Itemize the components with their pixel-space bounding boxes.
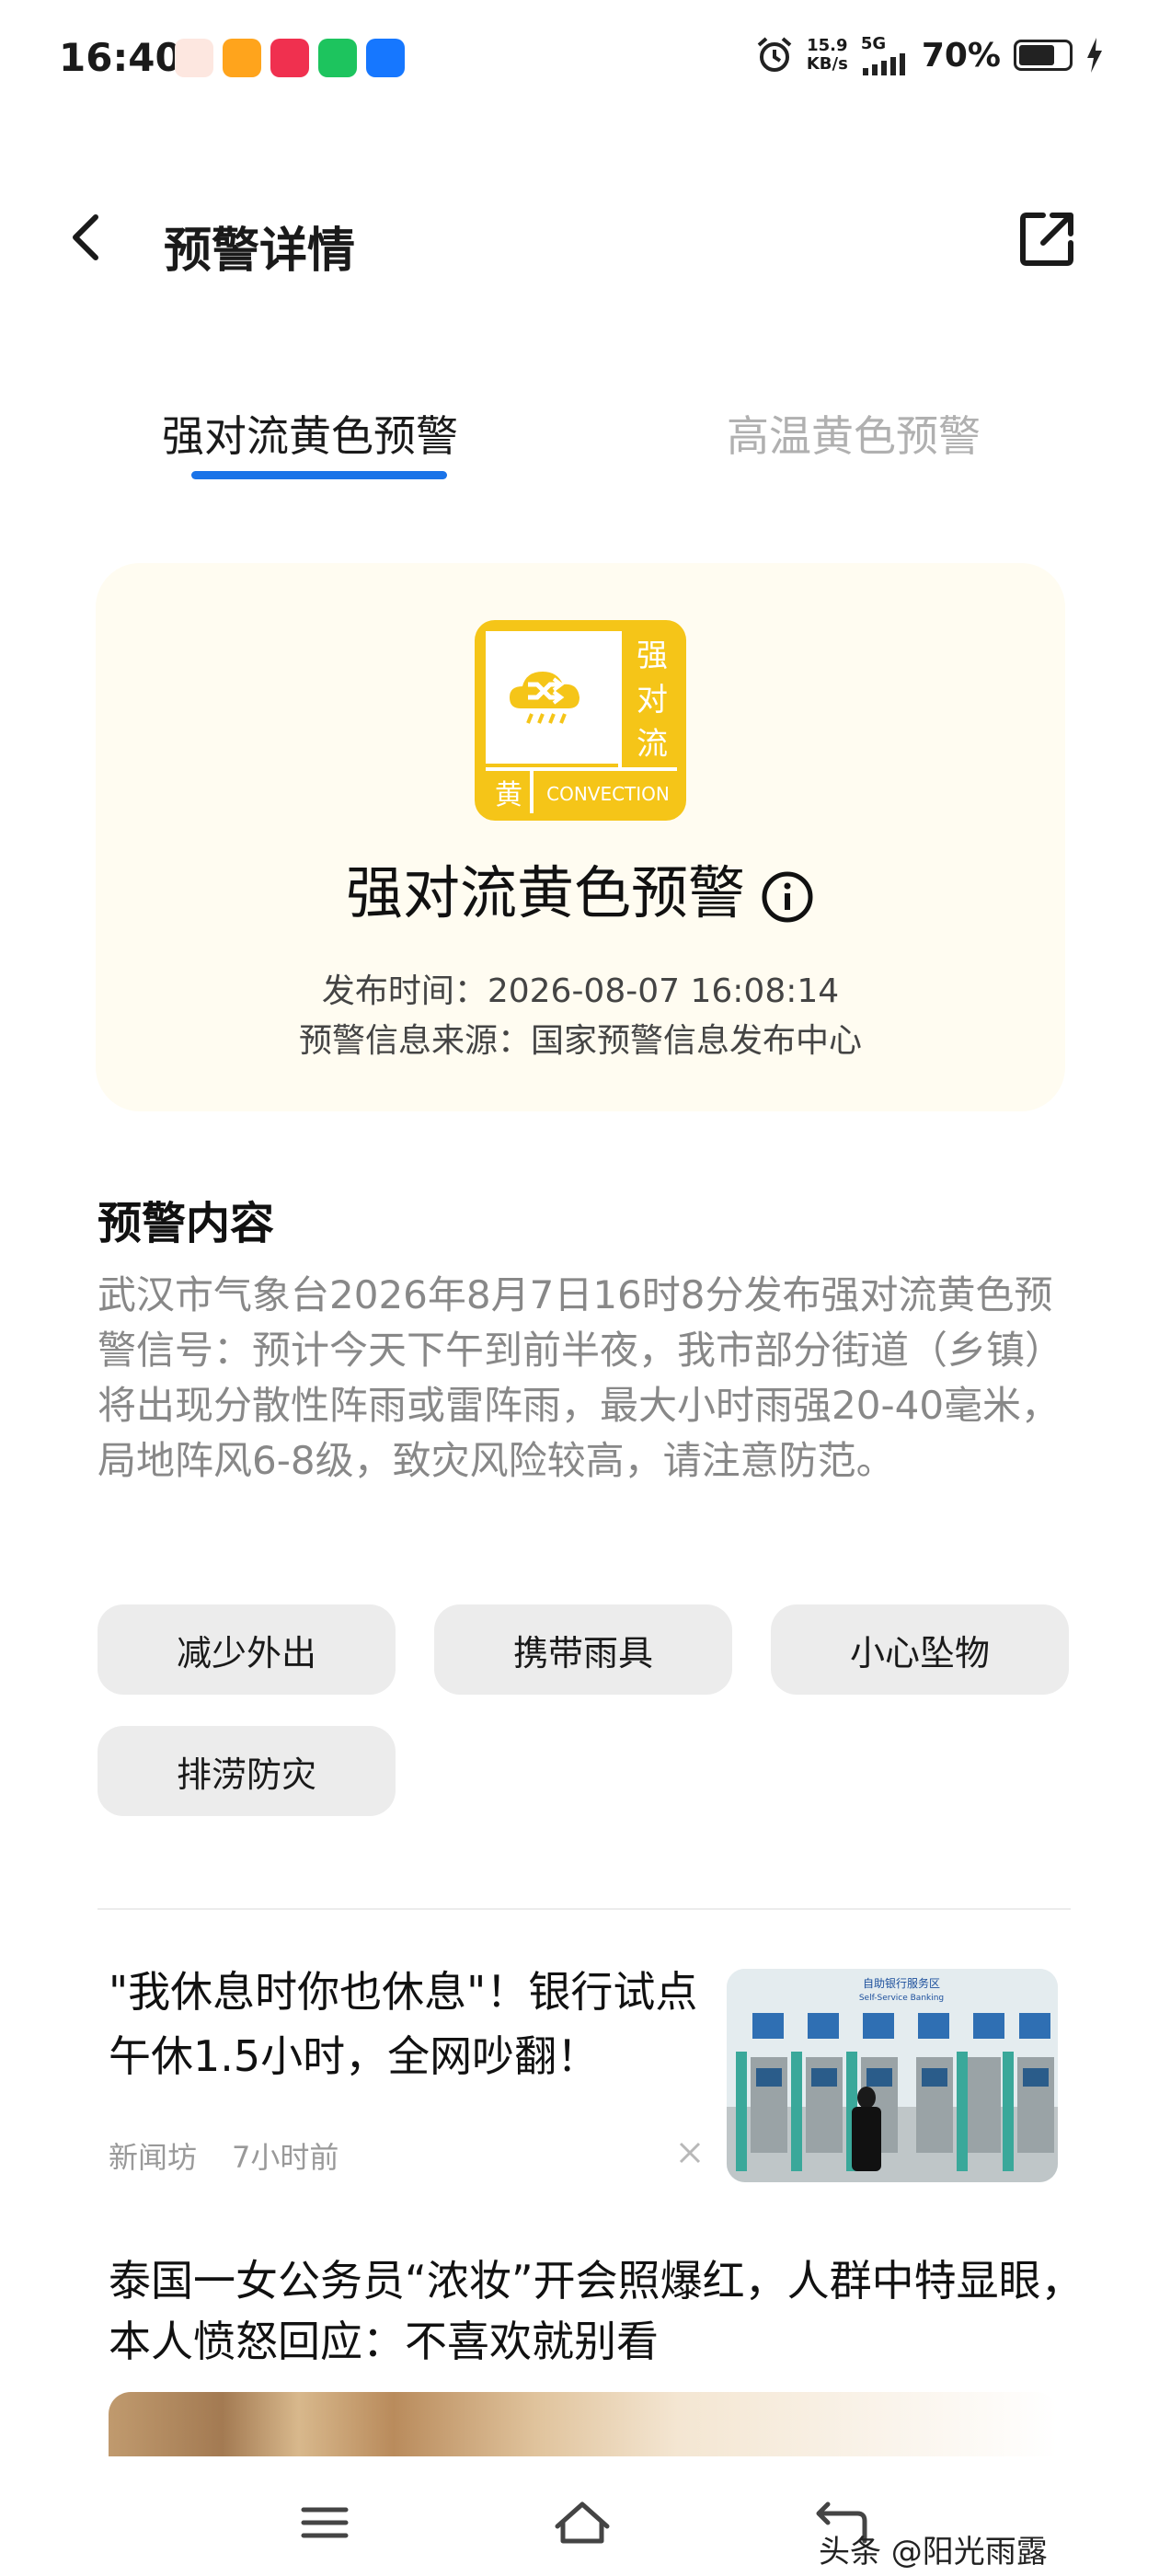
news-image[interactable] xyxy=(109,2392,1058,2456)
network-type: 5G xyxy=(860,34,887,53)
chip-falling-objects[interactable]: 小心坠物 xyxy=(771,1604,1069,1695)
alert-title-row: 强对流黄色预警 xyxy=(96,846,1065,929)
menu-icon[interactable] xyxy=(293,2495,357,2550)
convection-warning-icon: 强 对 流 黄 CONVECTION xyxy=(475,620,686,821)
tab-convection-yellow[interactable]: 强对流黄色预警 xyxy=(162,403,458,464)
close-icon[interactable] xyxy=(671,2134,708,2171)
charging-icon xyxy=(1087,38,1102,73)
status-bar: 16:40 15.9 KB/s 5G 70% xyxy=(0,0,1159,120)
tab-heat-yellow[interactable]: 高温黄色预警 xyxy=(727,403,981,464)
news-title[interactable]: "我休息时你也休息"！银行试点午休1.5小时，全网吵翻！ xyxy=(109,1960,706,2088)
atm-sign-en: Self-Service Banking xyxy=(859,1994,944,2003)
icon-char-2: 对 xyxy=(637,682,668,719)
status-time: 16:40 xyxy=(59,35,182,80)
atm-image: 自助银行服务区 Self-Service Banking xyxy=(727,1969,1058,2182)
news-thumbnail[interactable]: 自助银行服务区 Self-Service Banking xyxy=(727,1969,1058,2182)
tab-active-indicator xyxy=(191,471,447,479)
app-header: 预警详情 xyxy=(0,193,1159,285)
icon-level: 黄 xyxy=(495,779,522,811)
back-button[interactable] xyxy=(61,210,116,265)
notification-icons xyxy=(175,39,405,77)
news-source: 新闻坊 xyxy=(109,2140,198,2175)
wechat-icon xyxy=(318,39,357,77)
chip-reduce-outing[interactable]: 减少外出 xyxy=(98,1604,396,1695)
news-meta: 新闻坊 7小时前 xyxy=(109,2134,339,2177)
icon-char-1: 强 xyxy=(637,638,668,674)
content-heading: 预警内容 xyxy=(98,1198,275,1249)
signal-icon xyxy=(862,53,905,75)
battery-percent: 70% xyxy=(921,36,1001,75)
share-icon[interactable] xyxy=(1016,208,1078,270)
alert-source: 预警信息来源：国家预警信息发布中心 xyxy=(298,1022,862,1060)
icon-char-3: 流 xyxy=(637,726,668,763)
watermark: 头条 @阳光雨露shining xyxy=(819,2534,1048,2576)
alipay-icon xyxy=(366,39,405,77)
status-right: 15.9 KB/s 5G 70% xyxy=(755,35,1104,75)
news-title[interactable]: 泰国一女公务员“浓妆”开会照爆红，人群中特显眼，本人愤怒回应：不喜欢就别看 xyxy=(109,2250,1084,2372)
net-speed: 15.9 KB/s xyxy=(807,37,848,74)
alarm-icon xyxy=(757,37,792,72)
content-body: 武汉市气象台2026年8月7日16时8分发布强对流黄色预警信号：预计今天下午到前… xyxy=(98,1272,1064,1483)
signal-group: 5G xyxy=(861,35,909,75)
app-notification-icon xyxy=(223,39,261,77)
page-title: 预警详情 xyxy=(164,224,356,279)
app-notification-icon xyxy=(175,39,213,77)
alert-card: 强 对 流 黄 CONVECTION 强对流黄色预警 发布时间：2026-08-… xyxy=(96,563,1065,1111)
home-icon[interactable] xyxy=(550,2495,614,2550)
alert-title: 强对流黄色预警 xyxy=(345,859,745,926)
net-speed-value: 15.9 xyxy=(807,36,848,55)
app-notification-icon xyxy=(270,39,309,77)
info-icon[interactable] xyxy=(760,869,815,925)
chip-drainage[interactable]: 排涝防灾 xyxy=(98,1726,396,1816)
battery-icon xyxy=(1014,40,1073,71)
icon-en-label: CONVECTION xyxy=(546,783,670,805)
chip-carry-rain-gear[interactable]: 携带雨具 xyxy=(434,1604,732,1695)
alert-tabs: 强对流黄色预警 高温黄色预警 xyxy=(0,396,1159,497)
news-time: 7小时前 xyxy=(232,2140,339,2175)
atm-sign: 自助银行服务区 xyxy=(863,1976,940,1990)
net-speed-unit: KB/s xyxy=(806,54,848,74)
divider xyxy=(98,1908,1071,1910)
publish-time: 发布时间：2026-08-07 16:08:14 xyxy=(321,972,840,1010)
